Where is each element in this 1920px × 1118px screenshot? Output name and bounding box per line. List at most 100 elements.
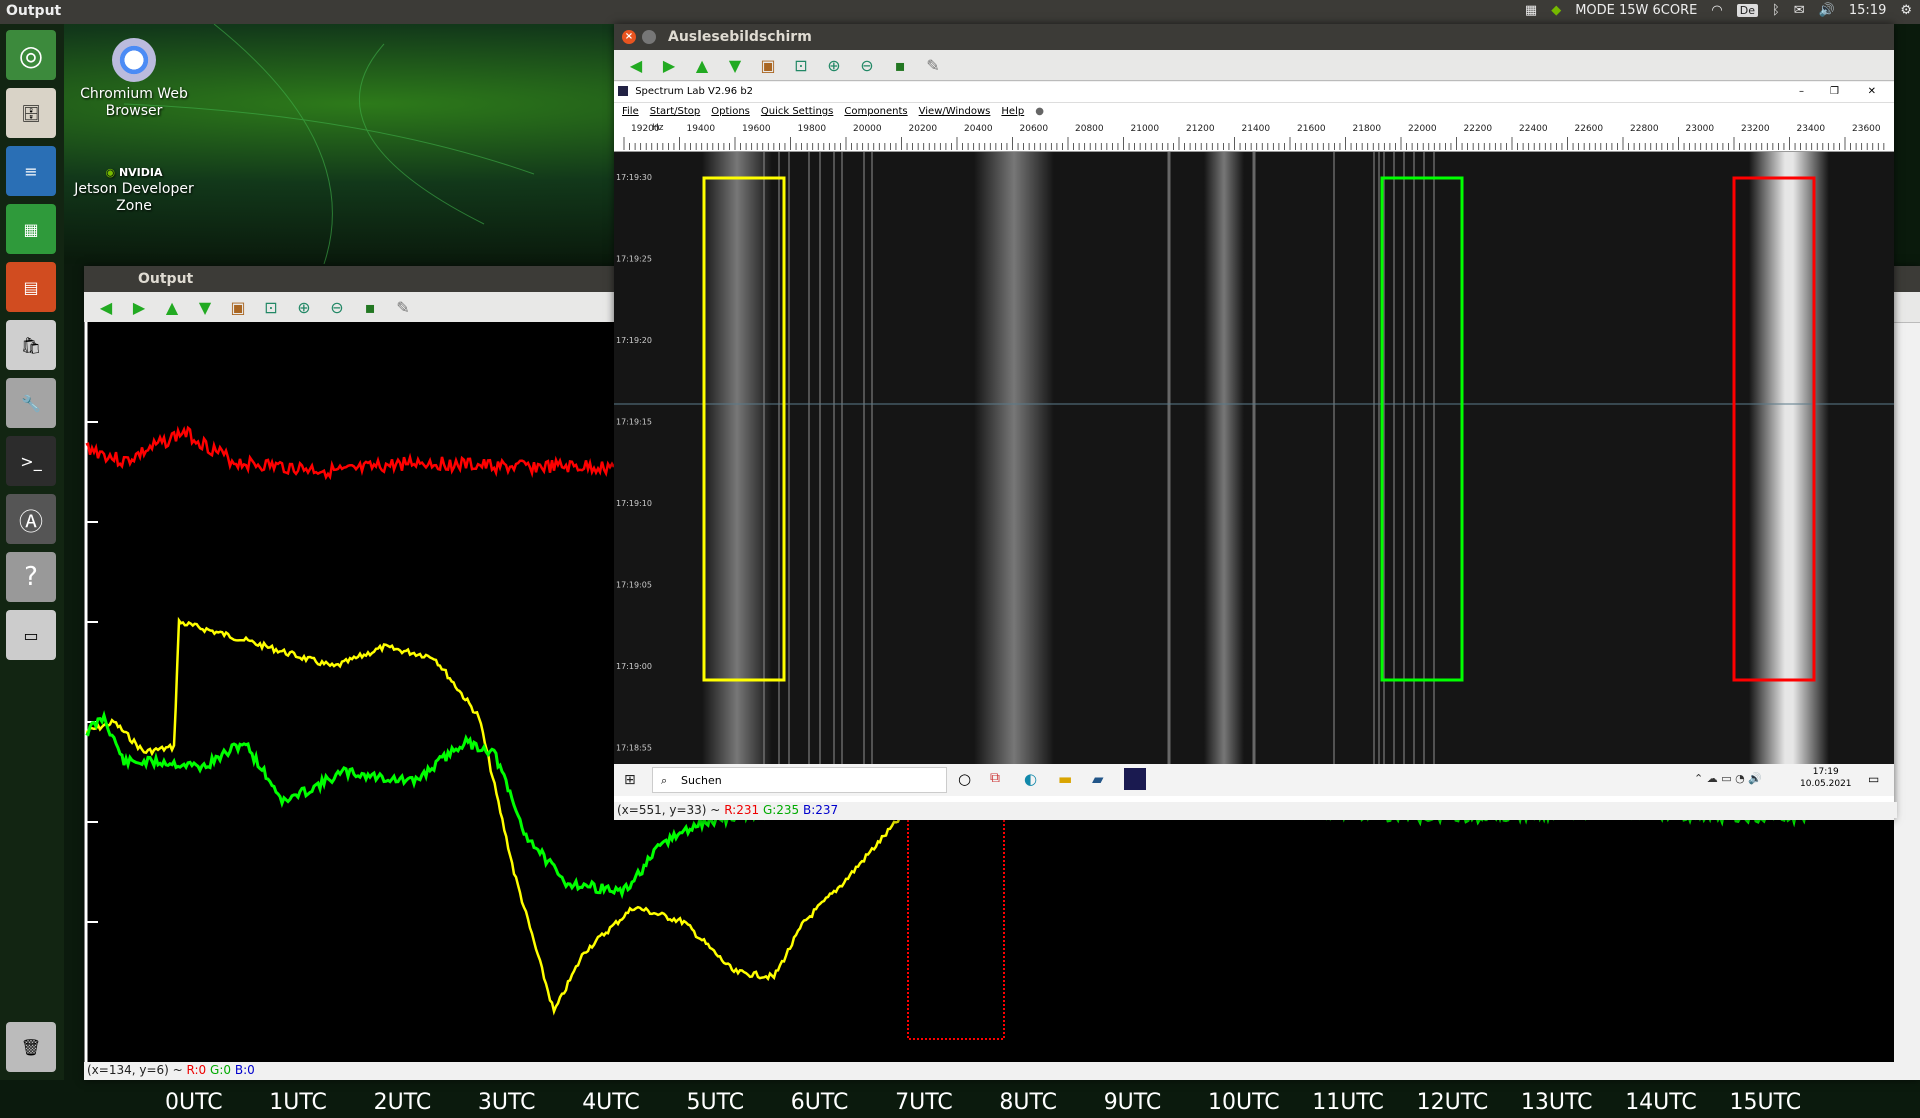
mail-icon[interactable]: ✉	[1794, 3, 1805, 18]
drive-icon[interactable]: ▭	[6, 610, 56, 660]
edge-icon[interactable]: ◐	[1024, 770, 1037, 788]
chromium-icon	[112, 38, 156, 82]
arrow-down-icon[interactable]: ▼	[723, 54, 747, 76]
menu-file[interactable]: File	[622, 103, 639, 121]
image-icon[interactable]: ▣	[226, 296, 250, 318]
freq-tick-label: 22200	[1464, 124, 1493, 134]
wifi-icon[interactable]: ◠	[1711, 3, 1722, 18]
zoom-out-icon[interactable]: ⊖	[325, 296, 349, 318]
calc-icon[interactable]: ▦	[6, 204, 56, 254]
freq-tick-label: 22000	[1408, 124, 1437, 134]
bluetooth-icon[interactable]: ᛒ	[1772, 3, 1780, 18]
cursor-coords: (x=134, y=6) ~	[87, 1063, 183, 1077]
menu-help[interactable]: Help	[1001, 103, 1024, 121]
arrow-up-icon[interactable]: ▲	[160, 296, 184, 318]
spectrum-lab-titlebar: Spectrum Lab V2.96 b2 – ❐ ✕	[614, 82, 1894, 103]
menu-view-windows[interactable]: View/Windows	[919, 103, 991, 121]
close-icon[interactable]: ✕	[1868, 82, 1876, 102]
save-icon[interactable]: ▪	[888, 54, 912, 76]
zoom-rect-icon[interactable]: ⊡	[789, 54, 813, 76]
menu-components[interactable]: Components	[844, 103, 907, 121]
arrow-left-icon[interactable]: ◀	[94, 296, 118, 318]
spectrum-lab-screen: Spectrum Lab V2.96 b2 – ❐ ✕ File Start/S…	[614, 82, 1894, 818]
x-tick-label: 12UTC	[1416, 1090, 1489, 1115]
arrow-left-icon[interactable]: ◀	[624, 54, 648, 76]
updater-icon[interactable]: Ⓐ	[6, 494, 56, 544]
minimize-icon[interactable]	[642, 30, 656, 44]
arrow-right-icon[interactable]: ▶	[657, 54, 681, 76]
save-icon[interactable]: ▪	[358, 296, 382, 318]
waterfall-display[interactable]: 17:19:30 17:19:25 17:19:20 17:19:15 17:19:10…	[614, 152, 1894, 764]
record-icon[interactable]: ●	[1035, 103, 1044, 121]
menu-start-stop[interactable]: Start/Stop	[650, 103, 701, 121]
settings-icon[interactable]: 🔧	[6, 378, 56, 428]
nvidia-icon[interactable]: ◆	[1551, 3, 1561, 18]
menu-options[interactable]: Options	[711, 103, 750, 121]
desktop-icon-jetson[interactable]: ◉ NVIDIA Jetson Developer Zone	[74, 164, 194, 215]
power-mode-label[interactable]: MODE 15W 6CORE	[1575, 3, 1697, 18]
spectrum-lab-taskbar-icon[interactable]	[1124, 768, 1146, 790]
pixel-r: R:0	[186, 1063, 207, 1077]
x-tick-label: 0UTC	[165, 1090, 223, 1115]
zoom-in-icon[interactable]: ⊕	[292, 296, 316, 318]
arrow-right-icon[interactable]: ▶	[127, 296, 151, 318]
freq-tick-label: 23200	[1741, 124, 1770, 134]
gear-icon[interactable]: ⚙	[1900, 3, 1912, 18]
reader-titlebar[interactable]: × Auslesebildschirm	[614, 24, 1894, 50]
impress-icon[interactable]: ▤	[6, 262, 56, 312]
freq-tick-label: 21600	[1297, 124, 1326, 134]
freq-tick-label: 20800	[1075, 124, 1104, 134]
taskbar-clock[interactable]: 17:19 10.05.2021	[1800, 766, 1852, 790]
close-icon[interactable]: ×	[622, 30, 636, 44]
freq-tick-label: 19800	[798, 124, 827, 134]
minimize-icon[interactable]: –	[1799, 82, 1804, 102]
freq-tick-label: 21400	[1242, 124, 1271, 134]
terminal-icon[interactable]: >_	[6, 436, 56, 486]
notifications-icon[interactable]: ▭	[1868, 772, 1879, 786]
arrow-up-icon[interactable]: ▲	[690, 54, 714, 76]
pen-icon[interactable]: ✎	[391, 296, 415, 318]
volume-icon[interactable]: 🔊	[1819, 3, 1835, 18]
image-icon[interactable]: ▣	[756, 54, 780, 76]
pen-icon[interactable]: ✎	[921, 54, 945, 76]
cortana-icon[interactable]: ○	[958, 770, 971, 788]
freq-tick-label: 20600	[1020, 124, 1049, 134]
desktop-icon-chromium[interactable]: Chromium Web Browser	[74, 38, 194, 120]
ubuntu-icon[interactable]: ◎	[6, 30, 56, 80]
tray-icons[interactable]: ⌃ ☁ ▭ ◔ 🔊	[1694, 772, 1762, 785]
trash-icon[interactable]: 🗑	[6, 1022, 56, 1072]
panel-indicators: ▦ ◆ MODE 15W 6CORE ◠ De ᛒ ✉ 🔊 15:19 ⚙	[1525, 3, 1912, 18]
freq-tick-label: 20000	[853, 124, 882, 134]
freq-tick-label: 19200	[631, 124, 660, 134]
zoom-out-icon[interactable]: ⊖	[855, 54, 879, 76]
arrow-down-icon[interactable]: ▼	[193, 296, 217, 318]
clock[interactable]: 15:19	[1849, 3, 1886, 18]
software-icon[interactable]: 🛍	[6, 320, 56, 370]
menu-quick-settings[interactable]: Quick Settings	[761, 103, 833, 121]
zoom-in-icon[interactable]: ⊕	[822, 54, 846, 76]
top-panel: Output ▦ ◆ MODE 15W 6CORE ◠ De ᛒ ✉ 🔊 15:…	[0, 0, 1920, 24]
freq-tick-label: 22800	[1630, 124, 1659, 134]
help-icon[interactable]: ?	[6, 552, 56, 602]
timestamp-label: 17:19:30	[616, 173, 652, 182]
app-icon[interactable]: ▰	[1092, 770, 1104, 788]
timestamp-label: 17:18:55	[616, 744, 652, 753]
freq-tick-label: 21800	[1353, 124, 1382, 134]
explorer-icon[interactable]: ▬	[1058, 770, 1072, 788]
keyboard-layout[interactable]: De	[1736, 4, 1758, 17]
clipboard-icon[interactable]: ▦	[1525, 3, 1537, 18]
windows-start-icon[interactable]: ⊞	[624, 772, 636, 788]
x-tick-label: 8UTC	[999, 1090, 1058, 1115]
taskbar-search[interactable]: ⌕ Suchen	[652, 767, 947, 793]
restore-icon[interactable]: ❐	[1830, 82, 1839, 102]
reader-window: × Auslesebildschirm ◀ ▶ ▲ ▼ ▣ ⊡ ⊕ ⊖ ▪ ✎ …	[614, 24, 1897, 820]
desktop-icon-label: Jetson Developer Zone	[74, 181, 194, 214]
task-view-icon[interactable]: ⧉	[990, 770, 1000, 786]
freq-tick-label: 20400	[964, 124, 993, 134]
files-icon[interactable]: 🗄	[6, 88, 56, 138]
timestamp-label: 17:19:15	[616, 418, 652, 427]
zoom-rect-icon[interactable]: ⊡	[259, 296, 283, 318]
freq-tick-label: 23400	[1797, 124, 1826, 134]
freq-tick-label: 23600	[1852, 124, 1881, 134]
writer-icon[interactable]: ≡	[6, 146, 56, 196]
